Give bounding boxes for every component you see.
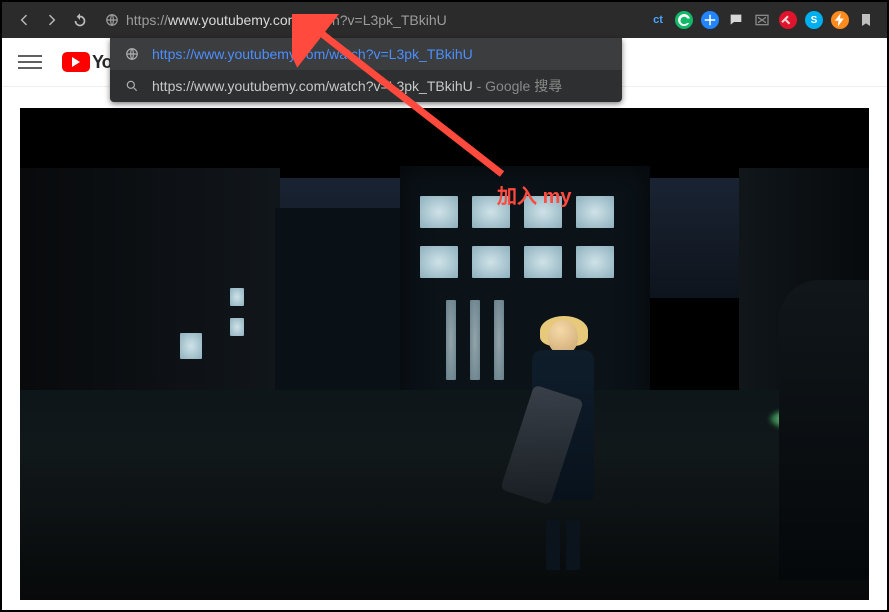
omnibox-suggestion-url[interactable]: https://www.youtubemy.com/watch?v=L3pk_T… bbox=[110, 38, 622, 70]
grammarly-icon bbox=[675, 11, 693, 29]
annotation-highlight: my bbox=[543, 186, 572, 208]
video-subject-man bbox=[779, 280, 869, 580]
ext-ct[interactable]: ct bbox=[649, 11, 667, 29]
bookmark-icon bbox=[858, 12, 874, 28]
arrow-left-icon bbox=[16, 12, 32, 28]
youtube-play-icon bbox=[62, 52, 90, 72]
ext-grammarly[interactable] bbox=[675, 11, 693, 29]
reload-button[interactable] bbox=[66, 6, 94, 34]
image-x-icon bbox=[754, 12, 770, 28]
video-frame-still bbox=[20, 108, 869, 600]
address-bar[interactable]: https://www.youtubemy.com/watch?v=L3pk_T… bbox=[98, 6, 645, 34]
ext-video[interactable] bbox=[753, 11, 771, 29]
omnibox-dropdown: https://www.youtubemy.com/watch?v=L3pk_T… bbox=[110, 38, 622, 102]
back-button[interactable] bbox=[10, 6, 38, 34]
arrow-right-icon bbox=[44, 12, 60, 28]
search-icon bbox=[122, 79, 142, 93]
chat-icon bbox=[728, 12, 744, 28]
suggestion-text: https://www.youtubemy.com/watch?v=L3pk_T… bbox=[152, 46, 473, 62]
plus-icon bbox=[701, 11, 719, 29]
ext-orange[interactable] bbox=[831, 11, 849, 29]
url-text[interactable]: https://www.youtubemy.com/watch?v=L3pk_T… bbox=[126, 12, 645, 28]
ext-clip[interactable] bbox=[857, 11, 875, 29]
extension-tray: ct S bbox=[649, 11, 879, 29]
ext-skype[interactable]: S bbox=[805, 11, 823, 29]
globe-icon bbox=[122, 47, 142, 61]
annotation-label: 加入 my bbox=[497, 180, 571, 209]
menu-button[interactable] bbox=[18, 50, 42, 74]
browser-toolbar: https://www.youtubemy.com/watch?v=L3pk_T… bbox=[2, 2, 887, 38]
url-path: /watch?v=L3pk_TBkihU bbox=[299, 12, 446, 28]
globe-icon bbox=[105, 13, 119, 27]
page-viewport: YouTube bbox=[2, 38, 887, 610]
site-info-button[interactable] bbox=[98, 13, 126, 27]
bolt-icon bbox=[831, 11, 849, 29]
omnibox-suggestion-search[interactable]: https://www.youtubemy.com/watch?v=L3pk_T… bbox=[110, 70, 622, 102]
url-scheme: https:// bbox=[126, 12, 168, 28]
hamburger-icon bbox=[18, 55, 42, 57]
ext-plus[interactable] bbox=[701, 11, 719, 29]
ext-red[interactable] bbox=[779, 11, 797, 29]
suggestion-text: https://www.youtubemy.com/watch?v=L3pk_T… bbox=[152, 76, 562, 96]
url-host: www.youtubemy.com bbox=[168, 12, 299, 28]
reload-icon bbox=[72, 12, 88, 28]
annotation-prefix: 加入 bbox=[497, 186, 543, 208]
forward-button[interactable] bbox=[38, 6, 66, 34]
slash-icon bbox=[779, 11, 797, 29]
screenshot-frame: https://www.youtubemy.com/watch?v=L3pk_T… bbox=[0, 0, 889, 612]
video-subject-woman bbox=[510, 320, 620, 570]
video-player[interactable] bbox=[20, 108, 869, 600]
ext-chat[interactable] bbox=[727, 11, 745, 29]
